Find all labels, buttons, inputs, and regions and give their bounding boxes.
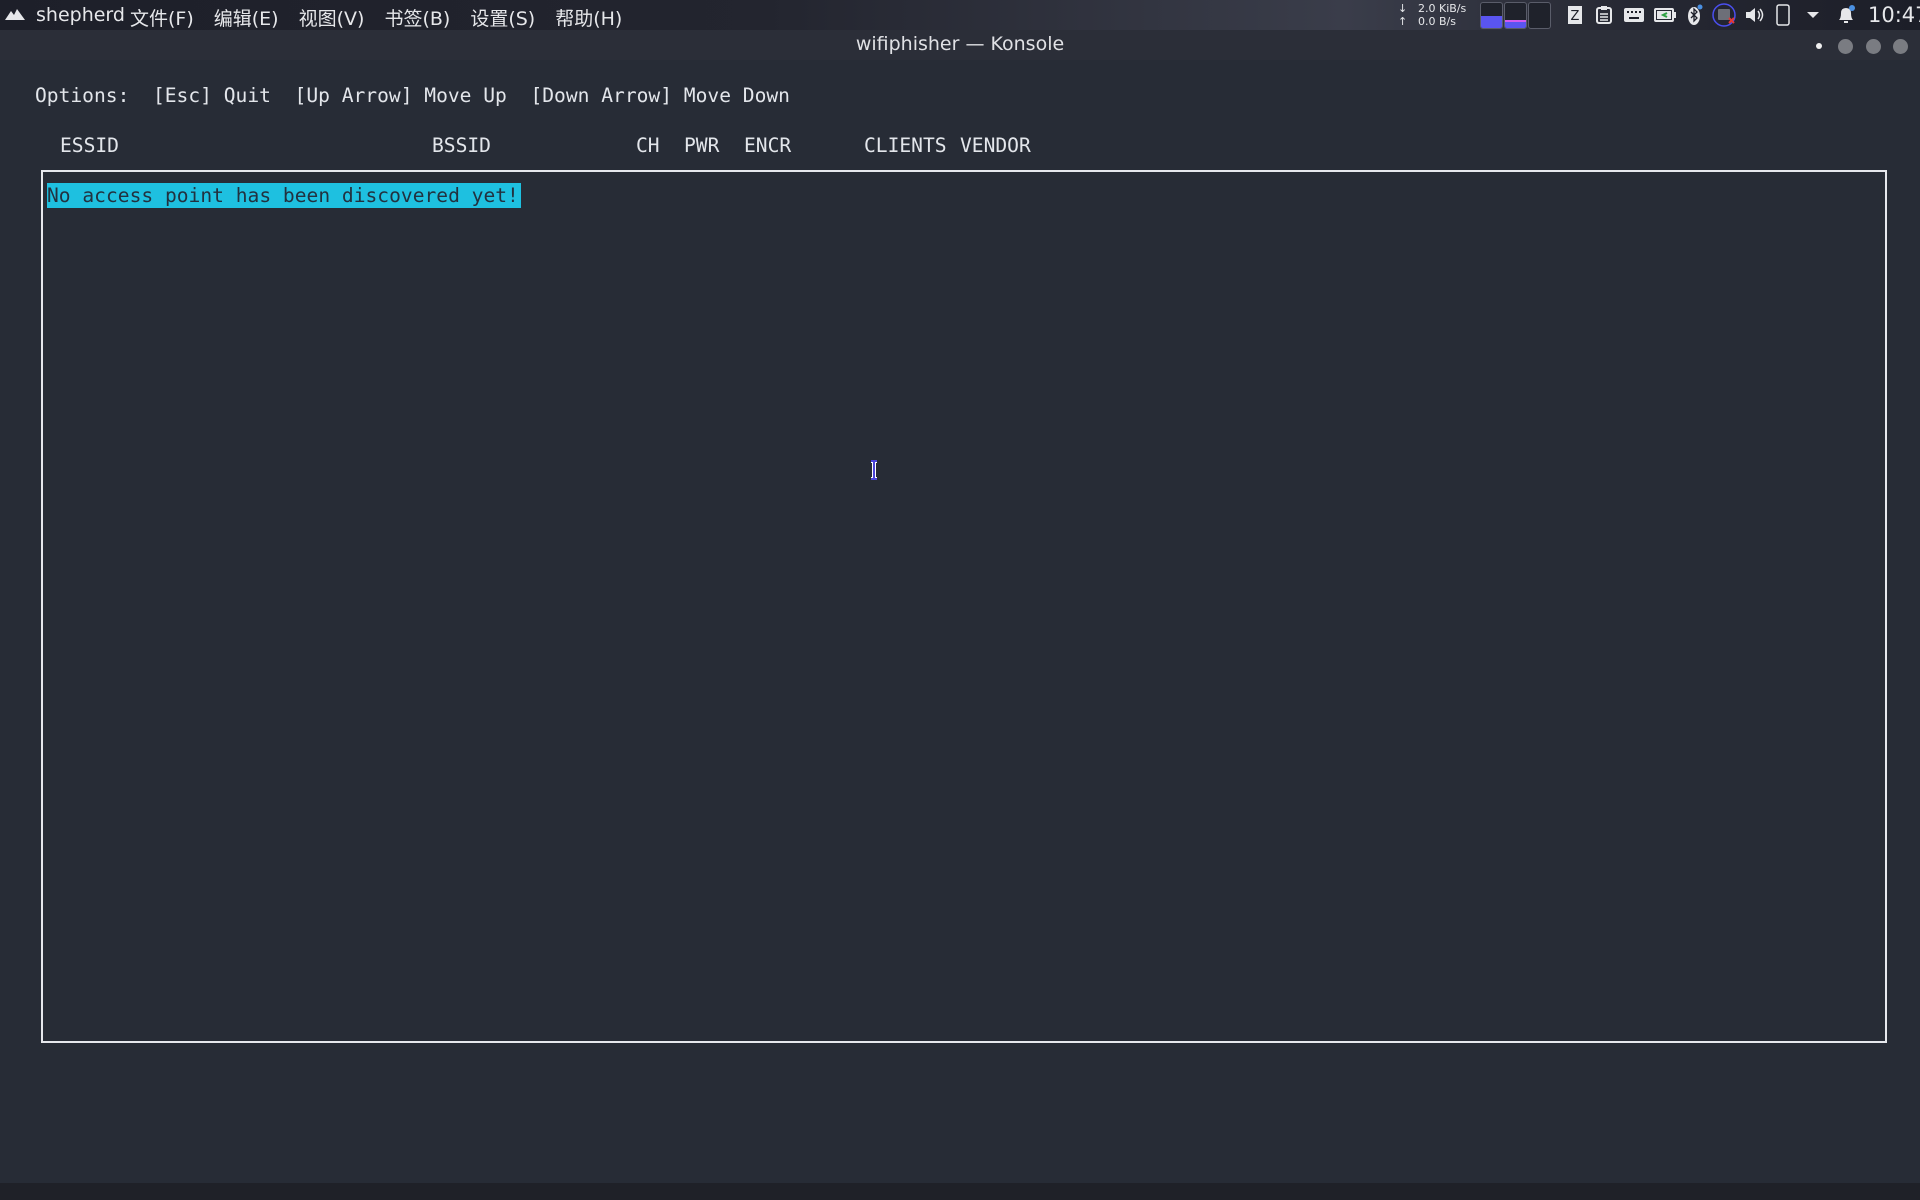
column-essid: ESSID (60, 134, 119, 157)
app-logo-icon[interactable] (4, 5, 26, 23)
battery-icon[interactable] (1654, 4, 1676, 26)
menu-file[interactable]: 文件(F) (130, 4, 194, 31)
bluetooth-icon[interactable] (1687, 4, 1703, 26)
cpu-meter-fill (1481, 15, 1502, 28)
menu-help[interactable]: 帮助(H) (555, 4, 622, 31)
network-disconnected-icon[interactable] (1712, 3, 1738, 27)
column-pwr: PWR (684, 134, 720, 157)
column-vendor: VENDOR (960, 134, 1031, 157)
terminal[interactable]: Options: [Esc] Quit [Up Arrow] Move Up [… (0, 60, 1920, 1183)
menu-settings[interactable]: 设置(S) (470, 4, 535, 31)
maximize-button[interactable] (1866, 39, 1881, 54)
options-line: Options: [Esc] Quit [Up Arrow] Move Up [… (35, 84, 790, 107)
minimize-button[interactable] (1838, 39, 1853, 54)
memory-meter-fill (1505, 19, 1526, 28)
zeal-icon[interactable]: Z (1567, 4, 1583, 26)
top-panel: shepherd 文件(F) 编辑(E) 视图(V) 书签(B) 设置(S) 帮… (0, 0, 1920, 30)
download-arrow-icon: ↓ (1398, 2, 1408, 15)
upload-arrow-icon: ↑ (1398, 15, 1408, 28)
column-bssid: BSSID (432, 134, 491, 157)
phone-icon[interactable] (1776, 4, 1790, 26)
menu-bookmarks[interactable]: 书签(B) (384, 4, 450, 31)
menu-bar: 文件(F) 编辑(E) 视图(V) 书签(B) 设置(S) 帮助(H) (130, 4, 622, 31)
clock[interactable]: 10:47 (1868, 3, 1920, 27)
swap-meter[interactable] (1528, 2, 1551, 29)
keep-on-all-desktops-icon[interactable] (1816, 43, 1822, 49)
upload-speed: 0.0 B/s (1418, 15, 1456, 28)
app-name[interactable]: shepherd (36, 4, 125, 26)
svg-text:Z: Z (1571, 9, 1580, 24)
window-titlebar[interactable]: wifiphisher — Konsole (0, 30, 1920, 60)
memory-meter[interactable] (1504, 2, 1527, 29)
keyboard-icon[interactable] (1624, 4, 1644, 26)
cpu-meter[interactable] (1480, 2, 1503, 29)
notifications-icon[interactable] (1836, 4, 1856, 26)
text-cursor-icon (871, 460, 877, 480)
window-title: wifiphisher — Konsole (855, 33, 1065, 55)
expand-tray-icon[interactable] (1806, 4, 1820, 26)
menu-view[interactable]: 视图(V) (299, 4, 365, 31)
column-ch: CH (636, 134, 660, 157)
bottom-strip (0, 1183, 1920, 1200)
network-speed[interactable]: ↓ 2.0 KiB/s ↑ 0.0 B/s (1398, 2, 1478, 28)
empty-list-message[interactable]: No access point has been discovered yet! (47, 183, 521, 208)
clipboard-icon[interactable] (1595, 4, 1613, 26)
download-speed: 2.0 KiB/s (1418, 2, 1467, 15)
column-clients: CLIENTS (864, 134, 947, 157)
access-point-list (41, 170, 1887, 1043)
close-button[interactable] (1893, 39, 1908, 54)
column-encr: ENCR (744, 134, 792, 157)
menu-edit[interactable]: 编辑(E) (214, 4, 279, 31)
volume-icon[interactable] (1745, 4, 1765, 26)
